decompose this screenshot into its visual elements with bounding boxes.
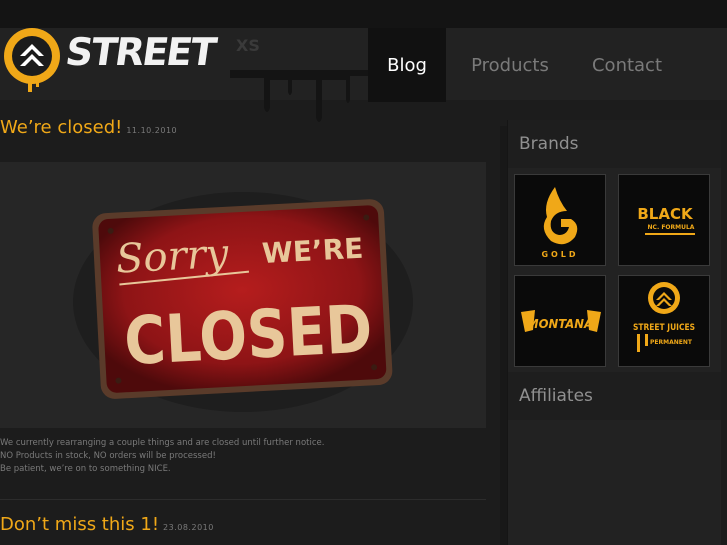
post-title-text[interactable]: We’re closed! — [0, 117, 122, 138]
brand-street-juices[interactable]: STREET JUICES PERMANENT — [618, 275, 710, 367]
main-nav: Blog Products Contact — [368, 28, 680, 102]
post-image: Sorry WE’RE CLOSED — [0, 162, 486, 428]
black-logo-text: BLACK — [637, 205, 694, 223]
montana-logo-text: MONTANA — [527, 317, 593, 331]
affiliates-heading: Affiliates — [508, 372, 721, 420]
post-body-line: We currently rearranging a couple things… — [0, 438, 325, 448]
street-juices-logo-subtext: PERMANENT — [650, 339, 693, 346]
brands-heading: Brands — [508, 120, 721, 168]
sign-were: WE’RE — [261, 232, 364, 270]
sidebar: Brands GOLD BLACK NC. FORMULA MONTANA ST… — [507, 120, 721, 545]
closed-sign: Sorry WE’RE CLOSED — [73, 192, 413, 412]
post-title-text[interactable]: Don’t miss this 1! — [0, 514, 159, 535]
post-body-line: Be patient, we’re on to something NICE. — [0, 464, 171, 474]
post-body-line: NO Products in stock, NO orders will be … — [0, 451, 216, 461]
brand-montana[interactable]: MONTANA — [514, 275, 606, 367]
street-juices-logo-text: STREET JUICES — [633, 323, 695, 333]
brand-black[interactable]: BLACK NC. FORMULA — [618, 174, 710, 266]
black-logo-subtext: NC. FORMULA — [648, 224, 695, 231]
post-title[interactable]: Don’t miss this 1! 23.08.2010 — [0, 514, 214, 535]
logo-text: STREET — [62, 30, 218, 74]
nav-blog[interactable]: Blog — [368, 28, 446, 102]
gold-logo-icon: GOLD — [541, 187, 578, 259]
nav-contact[interactable]: Contact — [574, 28, 680, 102]
post-date: 23.08.2010 — [163, 523, 214, 532]
post-title[interactable]: We’re closed! 11.10.2010 — [0, 117, 177, 138]
post-divider — [0, 499, 486, 500]
logo-ghost-text: XS — [236, 36, 260, 55]
gold-logo-text: GOLD — [541, 250, 578, 259]
montana-logo-icon: MONTANA — [521, 310, 601, 332]
black-logo-icon: BLACK NC. FORMULA — [637, 205, 695, 235]
street-logo-icon — [4, 28, 60, 92]
street-juices-logo-icon: STREET JUICES PERMANENT — [633, 282, 695, 352]
sign-closed: CLOSED — [122, 290, 374, 380]
brand-gold[interactable]: GOLD — [514, 174, 606, 266]
nav-products[interactable]: Products — [446, 28, 574, 102]
post-date: 11.10.2010 — [126, 126, 178, 135]
post-body: We currently rearranging a couple things… — [0, 437, 324, 476]
